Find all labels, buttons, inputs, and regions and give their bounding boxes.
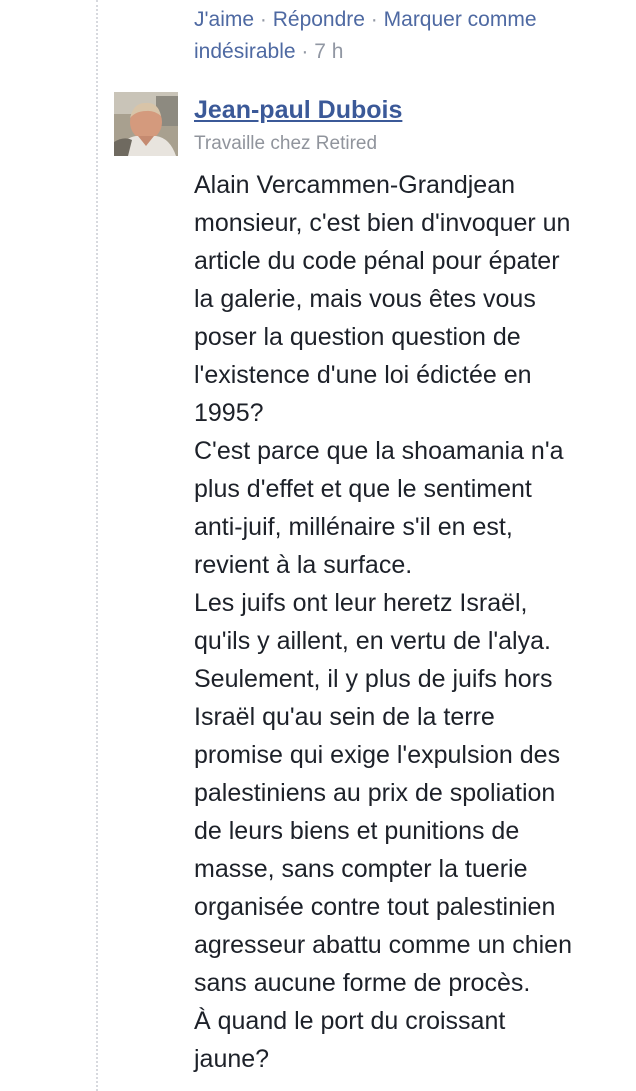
separator: · [370, 8, 378, 31]
comment-author-name[interactable]: Jean-paul Dubois [194, 93, 402, 127]
comment-text-line: palestiniens au prix de spoliation [194, 779, 556, 807]
comment-text-line: organisée contre tout palestinien [194, 893, 556, 921]
comment-text-line: 1995? [194, 399, 264, 427]
comment-text-line: monsieur, c'est bien d'invoquer un [194, 209, 571, 237]
comment-text-line: de leurs biens et punitions de [194, 817, 520, 845]
comment-text-line: poser la question question de [194, 323, 521, 351]
previous-comment-actions: J'aime · Répondre · Marquer comme indésir… [194, 4, 614, 68]
like-link[interactable]: J'aime [194, 8, 254, 31]
mark-as-spam-label-part1: Marquer comme [383, 8, 537, 31]
comment-text-line: l'existence d'une loi édictée en [194, 361, 532, 389]
comment-text-line: qu'ils y aillent, en vertu de l'alya. [194, 627, 551, 655]
comment-text-line: anti-juif, millénaire s'il en est, [194, 513, 513, 541]
reply-link[interactable]: Répondre [273, 8, 365, 31]
comment-text-line: Israël qu'au sein de la terre [194, 703, 495, 731]
comment-text: Alain Vercammen-Grandjean monsieur, c'est… [194, 166, 624, 1078]
comment-text-line: Les juifs ont leur heretz Israël, [194, 589, 528, 617]
comment-text-line: À quand le port du croissant [194, 1007, 506, 1035]
mark-as-spam-label-part2: indésirable [194, 40, 296, 63]
comment-text-line: promise qui exige l'expulsion des [194, 741, 561, 769]
avatar[interactable] [114, 92, 178, 156]
comment-text-line: la galerie, mais vous êtes vous [194, 285, 536, 313]
comment-text-line: jaune? [194, 1045, 270, 1073]
comment-text-line: revient à la surface. [194, 551, 413, 579]
comment-timestamp[interactable]: 7 h [314, 40, 343, 63]
separator: · [301, 40, 309, 63]
comment-text-line: sans aucune forme de procès. [194, 969, 531, 997]
avatar-photo [114, 92, 178, 156]
comment-text-line: article du code pénal pour épater [194, 247, 560, 275]
comment-text-line: masse, sans compter la tuerie [194, 855, 528, 883]
thread-connector-line [96, 0, 98, 1091]
author-workplace: Travaille chez Retired [194, 133, 378, 154]
comment-text-line: Alain Vercammen-Grandjean [194, 171, 515, 199]
comment-text-line: Seulement, il y plus de juifs hors [194, 665, 553, 693]
comment-text-line: C'est parce que la shoamania n'a [194, 437, 564, 465]
separator: · [259, 8, 267, 31]
comment-text-line: plus d'effet et que le sentiment [194, 475, 532, 503]
comment-text-line: agresseur abattu comme un chien [194, 931, 572, 959]
